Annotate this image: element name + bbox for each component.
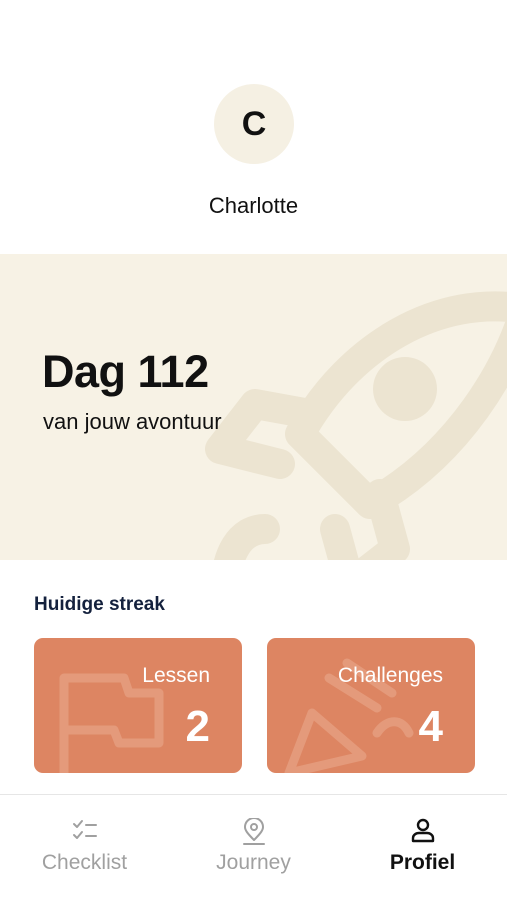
day-counter-banner: Dag 112 van jouw avontuur xyxy=(0,254,507,560)
map-pin-icon xyxy=(242,818,265,845)
streak-section-title: Huidige streak xyxy=(34,594,165,615)
streak-card-value: 2 xyxy=(185,702,210,751)
checklist-icon xyxy=(72,820,97,839)
flag-icon xyxy=(59,673,164,773)
nav-item-journey[interactable]: Journey xyxy=(169,795,338,900)
nav-item-checklist[interactable]: Checklist xyxy=(0,795,169,900)
profile-screen: C Charlotte Dag 112 van jouw avontuur Hu… xyxy=(0,0,507,900)
nav-label-checklist: Checklist xyxy=(41,851,128,874)
avatar-initial: C xyxy=(241,104,267,143)
day-counter-subtitle: van jouw avontuur xyxy=(43,409,222,434)
streak-card-value: 4 xyxy=(418,702,443,751)
rocket-icon xyxy=(205,291,507,560)
streak-card-label: Lessen xyxy=(142,664,210,687)
user-icon xyxy=(411,818,434,843)
streak-card-challenges[interactable]: Challenges 4 xyxy=(267,638,475,773)
nav-label-journey: Journey xyxy=(216,851,291,874)
party-popper-icon xyxy=(284,658,414,773)
user-name: Charlotte xyxy=(208,193,299,218)
nav-label-profiel: Profiel xyxy=(389,851,456,874)
avatar[interactable]: C xyxy=(214,84,294,164)
streak-card-lessons[interactable]: Lessen 2 xyxy=(34,638,242,773)
streak-card-label: Challenges xyxy=(337,664,443,687)
day-counter-title: Dag 112 xyxy=(42,346,209,397)
bottom-navigation: Checklist Journey Profiel xyxy=(0,794,507,900)
nav-item-profiel[interactable]: Profiel xyxy=(338,795,507,900)
